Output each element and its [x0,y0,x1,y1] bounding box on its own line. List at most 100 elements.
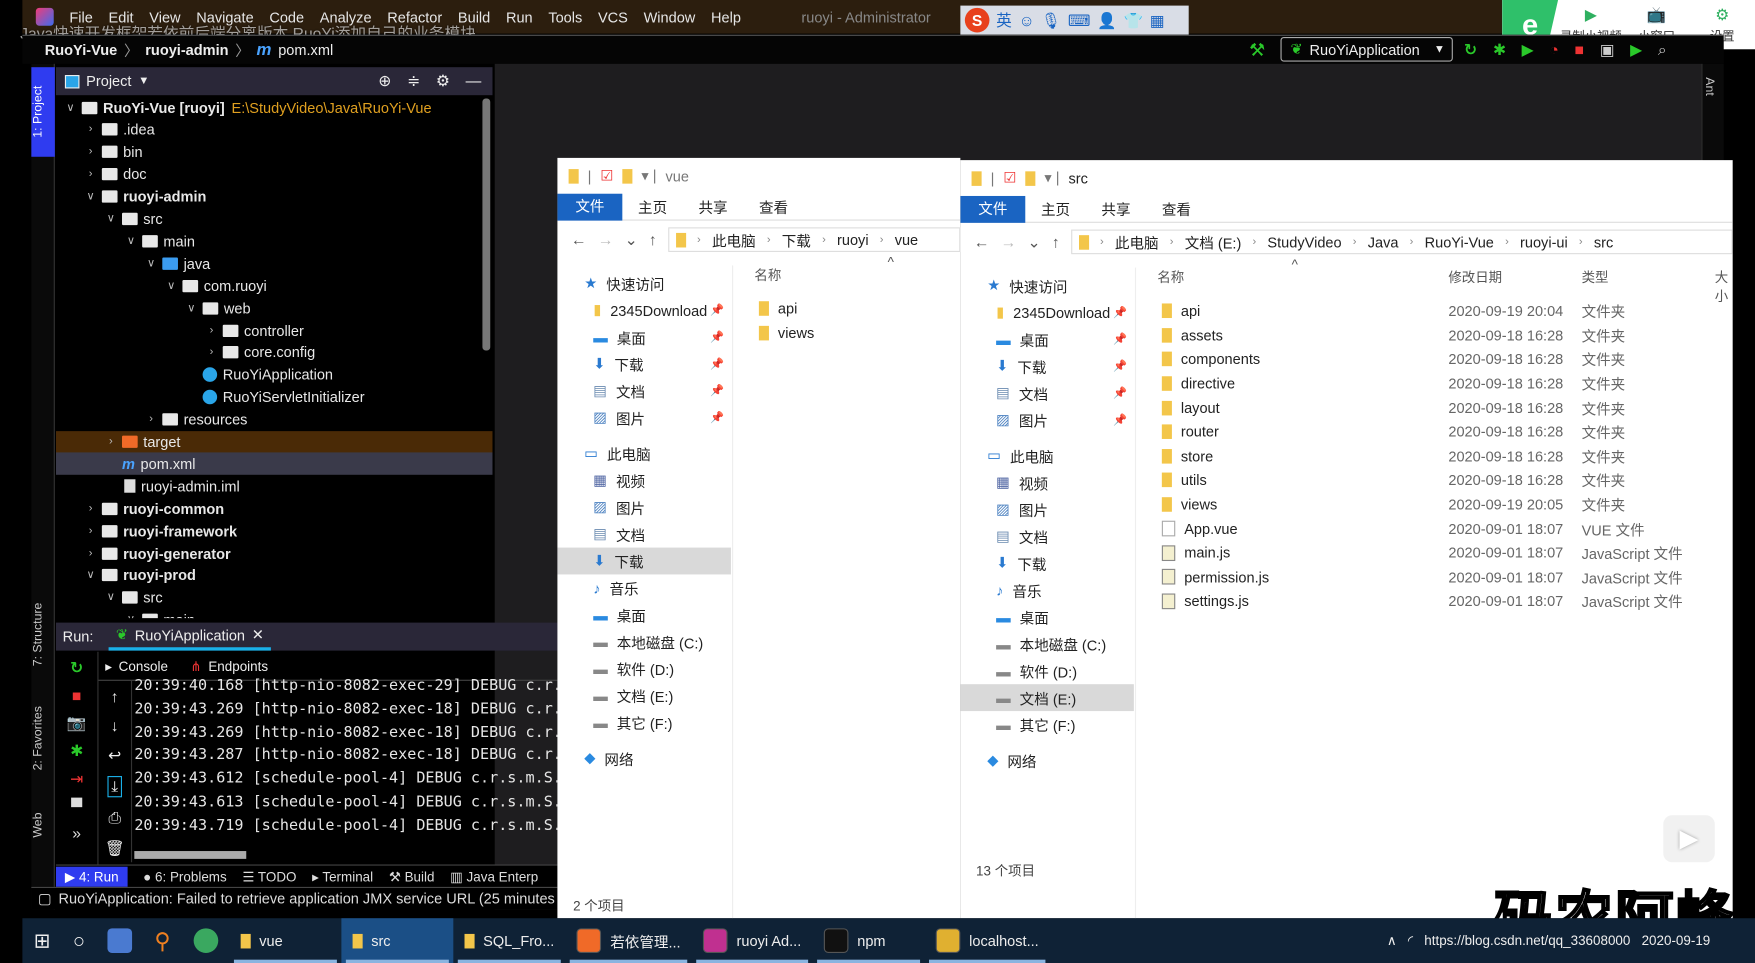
file-row[interactable]: settings.js 2020-09-01 18:07 JavaScript 文件 [1161,589,1683,613]
nav-item[interactable]: ♪ 音乐 [557,574,730,601]
address-segment[interactable]: vue [895,231,918,248]
grid-icon[interactable]: ▦ [1150,11,1165,30]
search-button[interactable]: ○ [62,918,97,963]
file-row[interactable]: store 2020-09-18 16:28 文件夹 [1161,444,1625,468]
chevron-down-icon[interactable]: ▼ [138,75,149,87]
layout-icon[interactable]: ▀ [71,797,82,815]
taskbar-item-folder[interactable]: vue [229,918,341,963]
nav-item[interactable]: ▬ 文档 (E:) [960,684,1134,712]
tree-item[interactable]: › core.config [56,341,493,363]
tab-todo[interactable]: ☰ TODO [242,868,296,884]
column-size[interactable]: 大小 [1715,268,1733,306]
project-view-select[interactable]: Project [86,73,131,90]
recent-icon[interactable]: ⌄ [1028,232,1041,251]
forward-icon[interactable]: → [598,231,614,249]
breadcrumb-item[interactable]: pom.xml [278,41,333,58]
chevron-down-icon[interactable]: ∨ [103,213,119,225]
profile-icon[interactable]: ◔ [1549,40,1558,59]
tab-4-run[interactable]: ▶ 4: Run [55,866,128,887]
tab-6-problems[interactable]: ● 6: Problems [143,868,227,884]
gear-icon[interactable]: ⚙ [436,72,450,91]
stop-icon[interactable]: ■ [1575,40,1584,59]
nav-item[interactable]: ▬ 本地磁盘 (C:) [960,630,1133,657]
soft-wrap-icon[interactable]: ↩ [108,746,121,765]
menu-tools[interactable]: Tools [548,8,582,25]
nav-item[interactable]: ▨ 图片 📌 [557,404,730,431]
arrow-down-icon[interactable]: ↓ [111,717,119,735]
taskbar-item-firefox[interactable]: 若依管理... [565,918,691,963]
nav-item[interactable]: ▬ 桌面 📌 [557,324,730,351]
taskbar-item-folder[interactable]: SQL_Fro... [453,918,566,963]
file-row[interactable]: permission.js 2020-09-01 18:07 JavaScript … [1161,565,1683,589]
address-segment[interactable]: 此电脑 [1115,231,1159,252]
menu-run[interactable]: Run [506,8,533,25]
chevron-down-icon[interactable]: ∨ [123,614,139,618]
rerun-icon[interactable]: ↻ [70,658,83,677]
pin-icon[interactable]: 📌 [1113,306,1127,318]
chevron-right-icon[interactable]: › [83,146,99,158]
pin-icon[interactable]: 📌 [710,358,724,370]
tree-item[interactable]: › controller [56,319,493,341]
close-icon[interactable]: ✕ [252,626,264,644]
nav-item[interactable]: ▭ 此电脑 [557,440,730,467]
file-row[interactable]: App.vue 2020-09-01 18:07 VUE 文件 [1161,517,1645,541]
taskbar-item-folder[interactable]: src [340,918,453,963]
rerun-icon[interactable]: ↻ [1464,40,1477,59]
column-type[interactable]: 类型 [1582,268,1609,287]
tree-item[interactable]: ∨ src [56,587,493,609]
tree-item[interactable]: ruoyi-admin.iml [56,475,493,497]
ribbon-tab-0[interactable]: 文件 [557,193,623,221]
address-segment[interactable]: src [1594,233,1613,250]
nav-item[interactable]: ▮ 2345Download 📌 [960,299,1133,326]
pin-icon[interactable]: 📌 [1113,360,1127,372]
file-row[interactable]: router 2020-09-18 16:28 文件夹 [1161,420,1625,444]
chevron-right-icon[interactable]: › [83,547,99,559]
up-icon[interactable]: ↑ [1052,233,1060,251]
chevron-down-icon[interactable]: ∨ [83,569,99,581]
nav-item[interactable]: ▭ 此电脑 [960,442,1133,469]
up-icon[interactable]: ↑ [649,231,657,249]
nav-item[interactable]: ▨ 图片 📌 [960,406,1133,433]
breadcrumb-item[interactable]: RuoYi-Vue [45,41,117,58]
ribbon-tab-3[interactable]: 查看 [743,196,803,217]
nav-item[interactable]: ★ 快速访问 [557,270,730,297]
address-segment[interactable]: 下载 [782,229,811,250]
file-row[interactable]: api 2020-09-19 20:04 文件夹 [1161,299,1625,323]
tree-item[interactable]: › ruoyi-generator [56,542,493,564]
microphone-icon[interactable]: 🎙 [1041,11,1061,30]
tree-item[interactable]: RuoYiServletInitializer [56,386,493,408]
remote-desktop-button[interactable] [96,918,143,963]
address-input[interactable]: › 此电脑 › 下载 › ruoyi › vue [667,227,961,252]
tab-endpoints[interactable]: ⋔ Endpoints [190,658,268,674]
run-window-icon[interactable]: ▶ [1630,40,1642,59]
nav-item[interactable]: ▬ 桌面 [960,604,1133,631]
user-icon[interactable]: 👤 [1097,11,1117,30]
address-input[interactable]: › 此电脑 › 文档 (E:) › StudyVideo › Java › RuoYi-Vue › r… [1070,229,1733,255]
ribbon-tab-2[interactable]: 共享 [683,196,743,217]
ribbon-tab-0[interactable]: 文件 [960,195,1026,223]
nav-item[interactable]: ▬ 桌面 [557,601,730,628]
wifi-icon[interactable]: ◜ [1408,933,1413,949]
tab-console[interactable]: ▸ Console [105,658,168,674]
tree-item[interactable]: ∨ ruoyi-admin [56,185,493,207]
pin-icon[interactable]: 📌 [1113,333,1127,345]
pin-icon[interactable]: 📌 [710,331,724,343]
android-studio-button[interactable] [182,918,229,963]
nav-item[interactable]: ▤ 文档 📌 [557,377,730,404]
forward-icon[interactable]: → [1001,233,1017,251]
pin-icon[interactable]: 📌 [710,304,724,316]
nav-item[interactable]: ▬ 其它 (F:) [960,711,1133,738]
more-icon[interactable]: » [72,824,81,842]
file-row[interactable]: utils 2020-09-18 16:28 文件夹 [1161,468,1625,492]
file-row[interactable]: components 2020-09-18 16:28 文件夹 [1161,347,1625,371]
address-segment[interactable]: RuoYi-Vue [1425,233,1494,250]
file-row[interactable]: directive 2020-09-18 16:28 文件夹 [1161,372,1625,396]
pin-icon[interactable]: 📌 [1113,387,1127,399]
search-icon[interactable]: ⌕ [1658,40,1667,59]
chevron-down-icon[interactable]: ∨ [184,302,200,314]
play-icon[interactable]: ▶ [1663,815,1715,863]
nav-item[interactable]: ▤ 文档 [960,523,1133,550]
file-row[interactable]: views [758,321,960,345]
file-row[interactable]: main.js 2020-09-01 18:07 JavaScript 文件 [1161,541,1683,565]
nav-item[interactable]: ⬇ 下载 [960,550,1133,577]
